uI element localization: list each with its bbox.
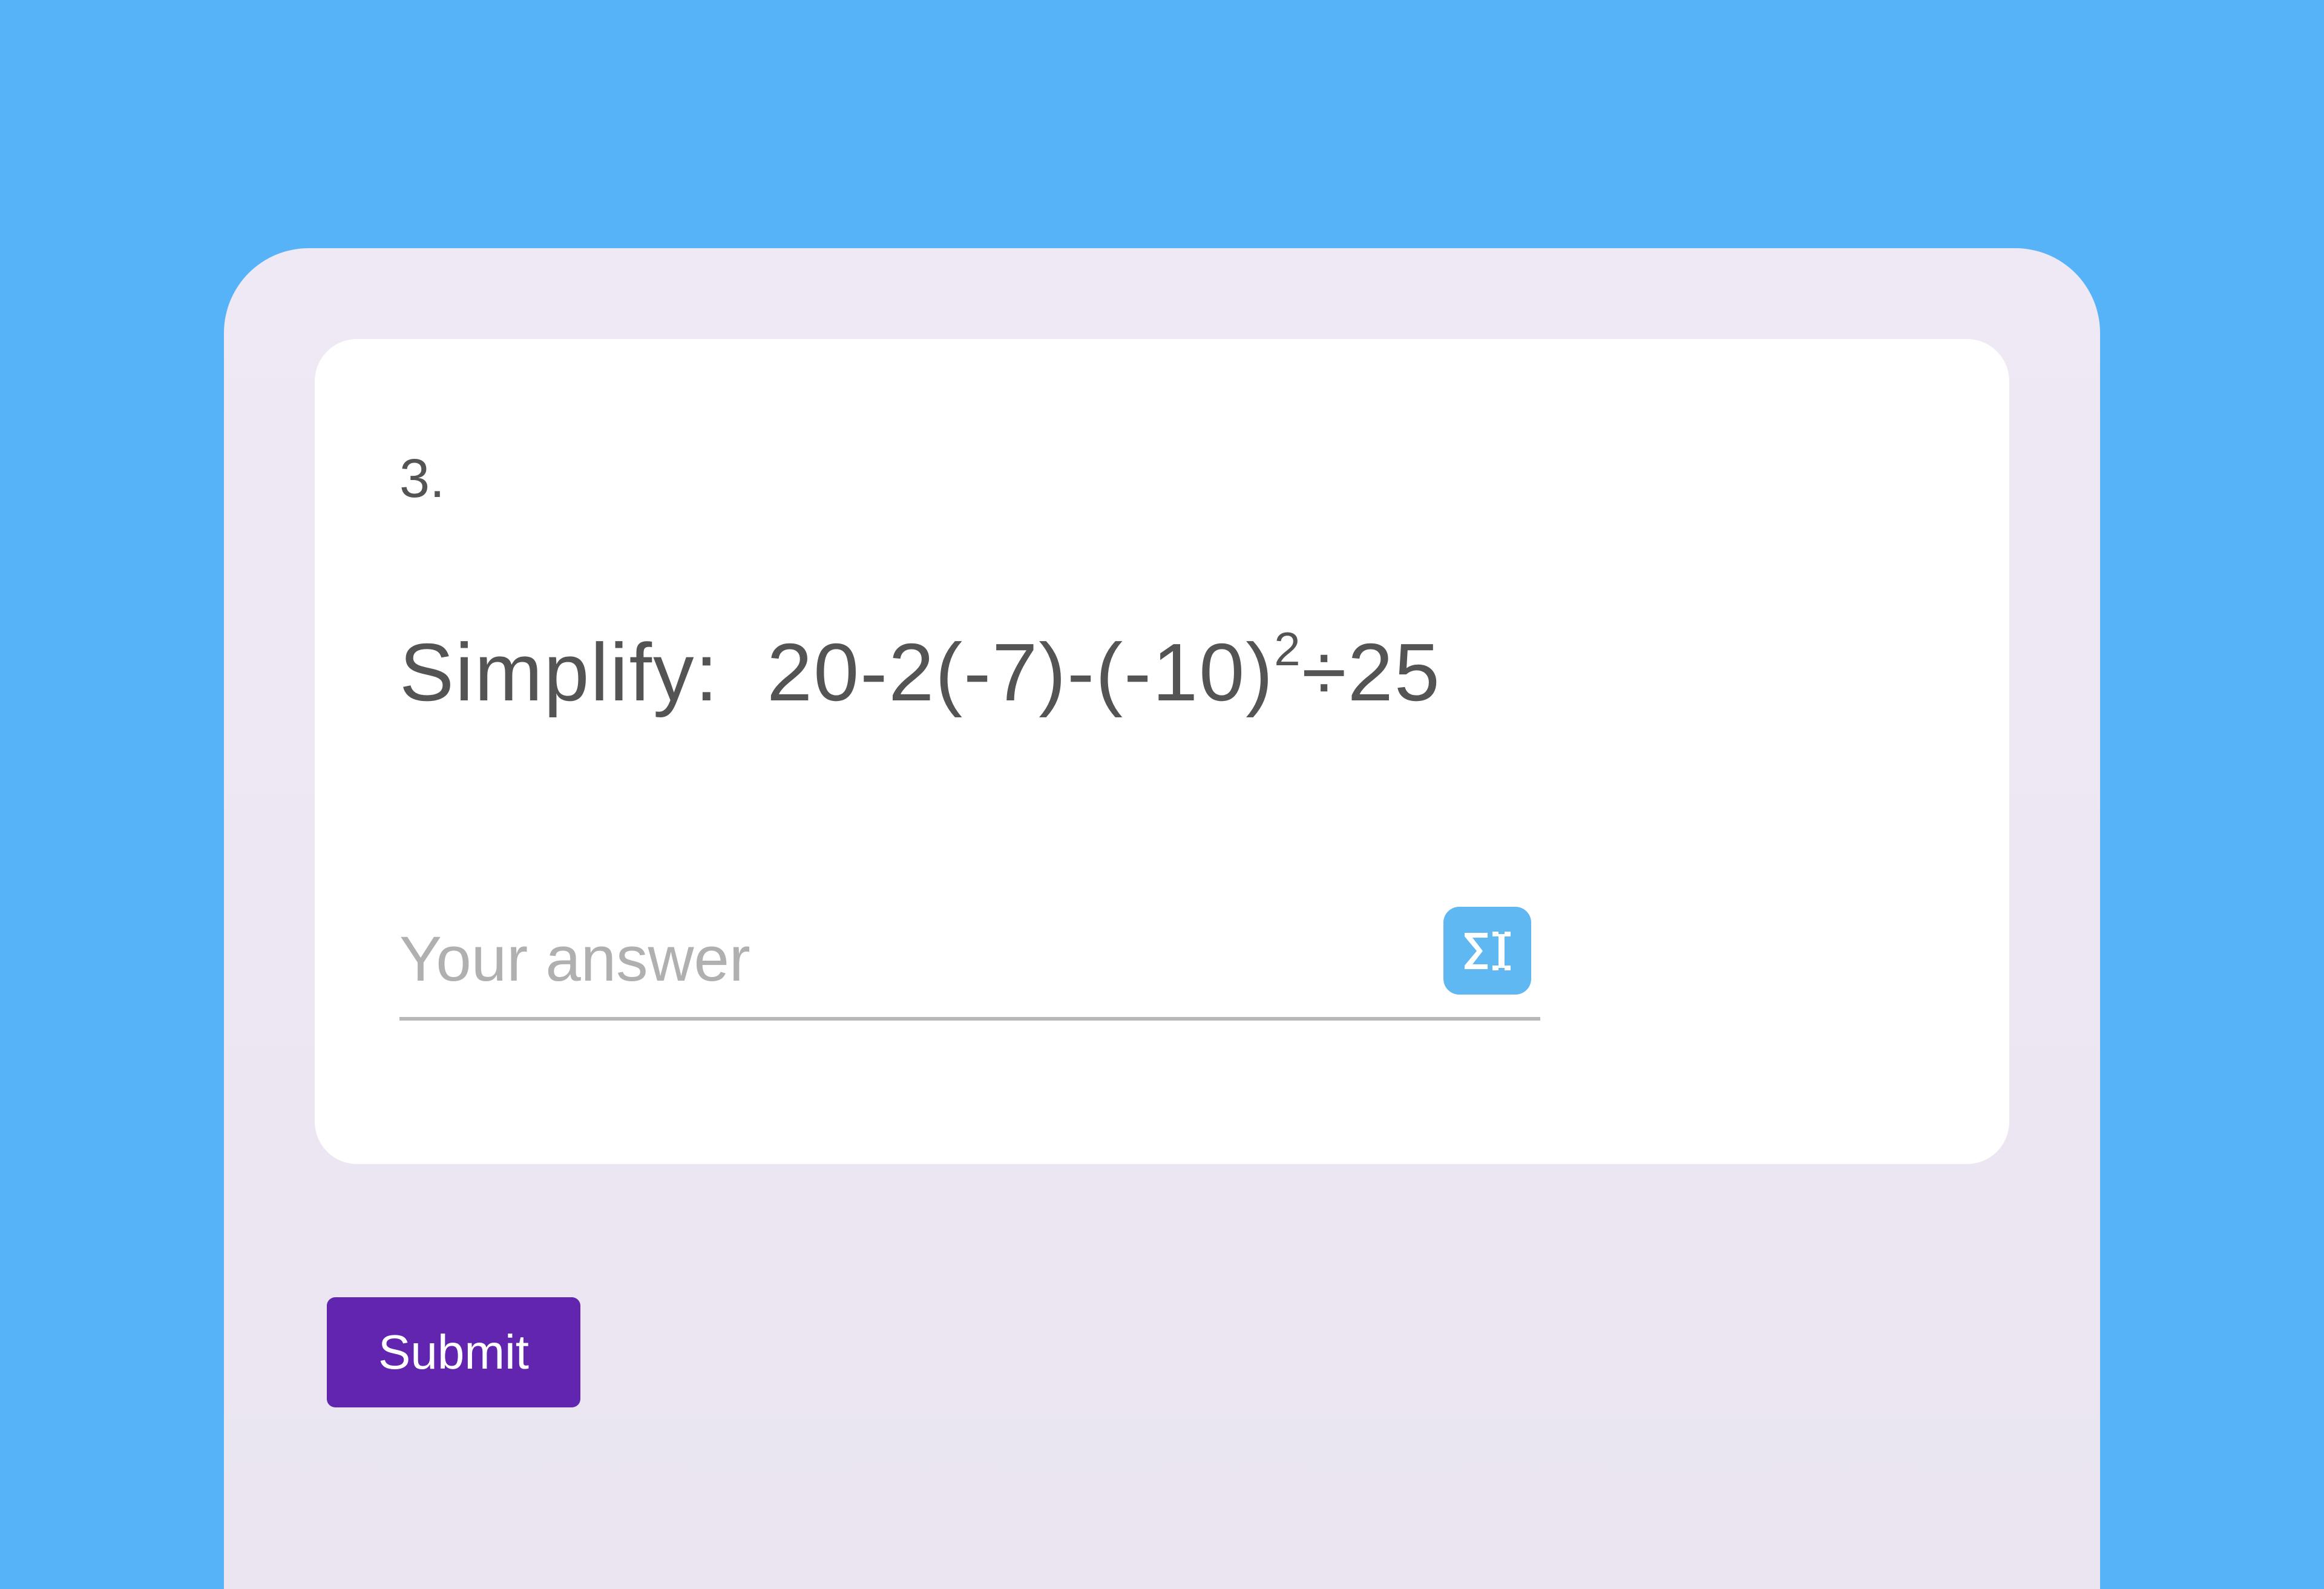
question-expression-exponent: 2	[1274, 622, 1301, 676]
question-expression-part1: 20-2(-7)-(-10)	[767, 627, 1274, 718]
answer-input[interactable]	[399, 911, 1540, 1021]
equation-editor-button[interactable]	[1443, 907, 1531, 995]
sigma-cursor-icon	[1457, 921, 1518, 981]
question-prompt-label: Simplify:	[399, 627, 719, 718]
question-text: Simplify: 20-2(-7)-(-10)2÷25	[399, 625, 1925, 719]
question-expression-part2: ÷25	[1302, 627, 1441, 718]
answer-row	[399, 907, 1531, 1025]
submit-button[interactable]: Submit	[327, 1297, 580, 1407]
question-card: 3. Simplify: 20-2(-7)-(-10)2÷25	[315, 339, 2009, 1164]
question-number: 3.	[399, 448, 1925, 510]
form-container: 3. Simplify: 20-2(-7)-(-10)2÷25 Submit	[224, 248, 2100, 1589]
